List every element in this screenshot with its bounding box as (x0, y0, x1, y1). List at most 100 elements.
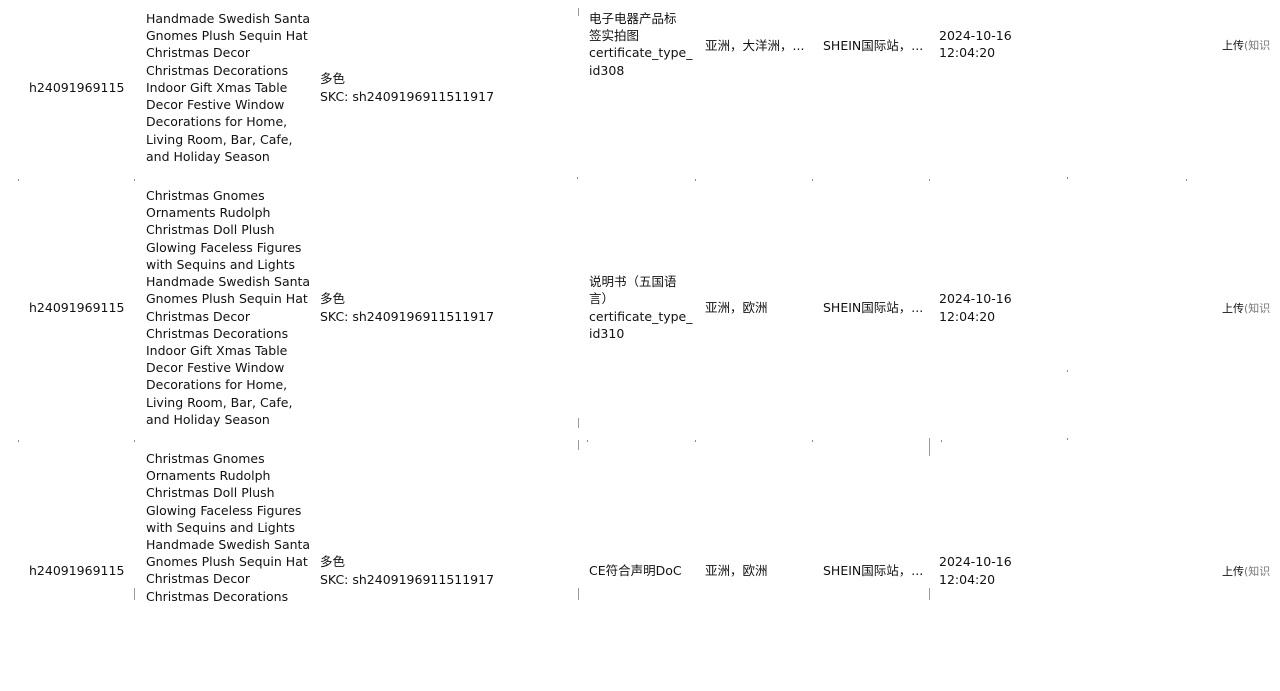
product-id-text: h24091969115 (29, 562, 125, 578)
product-name-line: Handmade Swedish Santa (146, 11, 311, 27)
site-text: SHEIN国际站，... (823, 299, 924, 315)
certificate-type: CE符合声明DoC (589, 450, 699, 691)
product-name-line: with Sequins and Lights (146, 519, 296, 535)
product-name-line: Christmas Doll Plush (146, 485, 275, 501)
date-text: 2024-10-16 (939, 28, 1012, 43)
certificate-line: 电子电器产品标 (589, 11, 677, 26)
border-dot (695, 179, 696, 181)
product-name: Christmas Gnomes Ornaments Rudolph Chris… (146, 187, 311, 428)
site-text: SHEIN国际站，... (823, 38, 924, 53)
region-text: 亚洲，欧洲 (705, 562, 768, 578)
border-dash (578, 418, 579, 428)
product-id: h24091969115 (29, 450, 139, 691)
timestamp: 2024-10-16 12:04:20 (939, 187, 1049, 428)
product-name-line: Gnomes Plush Sequin Hat (146, 554, 308, 570)
upload-link-label: 上传 (1222, 564, 1244, 578)
certificate-line: CE符合声明DoC (589, 562, 682, 578)
upload-note: (知识 (1244, 564, 1271, 578)
border-dot (695, 440, 696, 442)
product-name-line: Christmas Doll Plush (146, 222, 275, 238)
border-dash (578, 440, 579, 450)
certificate-line: id310 (589, 325, 625, 341)
product-name-line: Living Room, Bar, Cafe, (146, 131, 293, 147)
upload-link-label: 上传 (1222, 301, 1244, 315)
action-cell: 上传(知识 (1222, 450, 1280, 691)
sku-info: 多色 SKC: sh2409196911511917 (320, 187, 570, 428)
product-name: Handmade Swedish Santa Gnomes Plush Sequ… (146, 10, 311, 165)
table-row: h24091969115 Christmas Gnomes Ornaments … (0, 187, 1280, 428)
border-dot (18, 179, 19, 181)
product-name-line: Glowing Faceless Figures (146, 502, 302, 518)
certificate-line: certificate_type_ (589, 45, 693, 61)
region: 亚洲，大洋洲，... (705, 10, 815, 165)
product-id-text: h24091969115 (29, 79, 125, 95)
product-name-line: Indoor Gift Xmas Table (146, 342, 288, 358)
site: SHEIN国际站，... (823, 10, 933, 165)
product-name-line: and Holiday Season (146, 411, 270, 427)
product-name-line: Living Room, Bar, Cafe, (146, 394, 293, 410)
product-id: h24091969115 (29, 187, 139, 428)
certificate-line: 说明书（五国语 (589, 274, 677, 290)
product-name-line: Decor Festive Window (146, 97, 285, 113)
product-id-text: h24091969115 (29, 299, 125, 315)
action-cell: 上传(知识 (1222, 187, 1280, 428)
skc-value: SKC: sh2409196911511917 (320, 308, 495, 324)
timestamp: 2024-10-16 12:04:20 (939, 450, 1049, 691)
upload-link[interactable]: 上传(知识 (1222, 300, 1270, 316)
product-name-line: and Holiday Season (146, 148, 270, 164)
upload-link[interactable]: 上传(知识 (1222, 37, 1270, 53)
product-name-line: Christmas Gnomes (146, 188, 265, 204)
product-name-line: Christmas Decorations (146, 325, 289, 341)
product-name-line: Christmas Decor (146, 308, 250, 324)
upload-note: (知识 (1244, 39, 1271, 52)
region: 亚洲，欧洲 (705, 450, 815, 691)
certificate-line: 签实拍图 (589, 28, 640, 44)
table-row: h24091969115 Handmade Swedish Santa Gnom… (0, 10, 1280, 165)
border-dot (18, 440, 19, 442)
border-dot (577, 177, 578, 179)
table-row: h24091969115 Christmas Gnomes Ornaments … (0, 450, 1280, 691)
border-dash (929, 438, 930, 456)
time-text: 12:04:20 (939, 45, 996, 61)
certificate-line: id308 (589, 62, 625, 78)
border-dot (812, 179, 813, 181)
region-text: 亚洲，欧洲 (705, 299, 768, 315)
border-dot (929, 179, 930, 181)
certificate-type: 电子电器产品标 签实拍图 certificate_type_ id308 (589, 10, 699, 165)
border-dash (929, 588, 930, 600)
border-dot (134, 179, 135, 181)
site: SHEIN国际站，... (823, 450, 933, 691)
border-dash (578, 8, 579, 16)
product-name: Christmas Gnomes Ornaments Rudolph Chris… (146, 450, 311, 691)
border-dot (134, 440, 135, 442)
certificate-table: h24091969115 Handmade Swedish Santa Gnom… (0, 0, 1280, 604)
skc-value: SKC: sh2409196911511917 (320, 88, 495, 104)
timestamp: 2024-10-16 12:04:20 (939, 10, 1049, 165)
sku-info: 多色 SKC: sh2409196911511917 (320, 10, 570, 165)
border-dot (1067, 438, 1068, 440)
skc-value: SKC: sh2409196911511917 (320, 571, 495, 587)
product-id: h24091969115 (29, 10, 139, 165)
product-name-line: Handmade Swedish Santa (146, 274, 311, 290)
color-value: 多色 (320, 554, 346, 570)
date-text: 2024-10-16 (939, 291, 1012, 307)
site: SHEIN国际站，... (823, 187, 933, 428)
certificate-line: 言） (589, 291, 615, 307)
product-name-line: Glowing Faceless Figures (146, 239, 302, 255)
border-dot (941, 440, 942, 442)
upload-note: (知识 (1244, 301, 1271, 315)
upload-link-label: 上传 (1222, 39, 1244, 52)
time-text: 12:04:20 (939, 308, 996, 324)
border-dot (812, 440, 813, 442)
region: 亚洲，欧洲 (705, 187, 815, 428)
sku-info: 多色 SKC: sh2409196911511917 (320, 450, 570, 691)
color-value: 多色 (320, 71, 346, 87)
product-name-line: Christmas Gnomes (146, 451, 265, 466)
upload-link[interactable]: 上传(知识 (1222, 563, 1270, 579)
border-dash (134, 588, 135, 600)
date-text: 2024-10-16 (939, 554, 1012, 570)
product-name-line: Decorations for Home, (146, 114, 288, 130)
product-name-line: Decor Festive Window (146, 360, 285, 376)
product-name-line: Christmas Decorations (146, 62, 289, 78)
border-dash (578, 588, 579, 600)
